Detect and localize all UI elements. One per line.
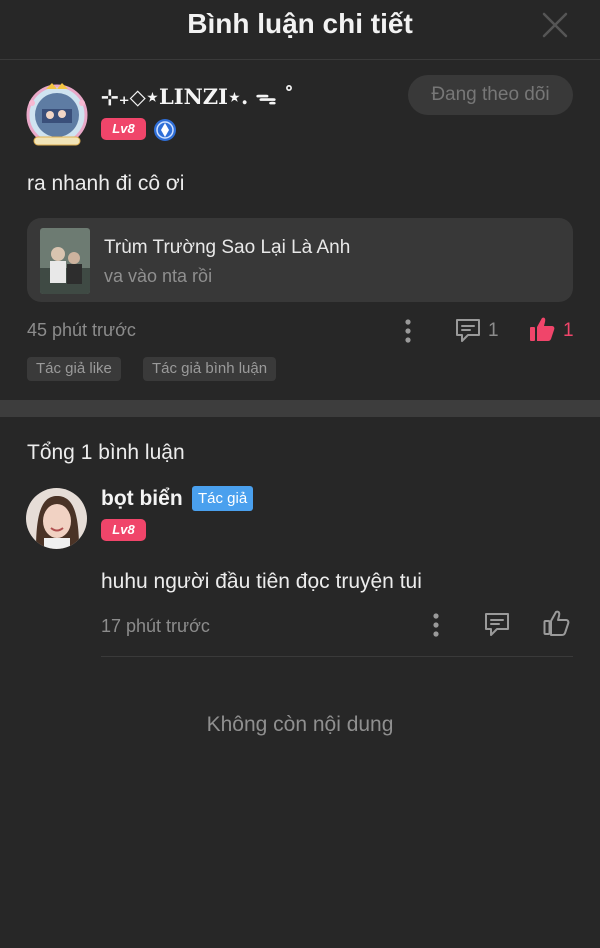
story-cover-image: [40, 228, 90, 294]
comment-username[interactable]: ⊹₊◇⋆LINZI⋆. ᯓ ˚: [101, 83, 294, 111]
story-title: Trùm Trường Sao Lại Là Anh: [104, 237, 351, 258]
reply-more-options-icon[interactable]: [428, 611, 444, 644]
main-comment: ⊹₊◇⋆LINZI⋆. ᯓ ˚ Lv8 Đang theo dõi ra nha…: [0, 61, 600, 399]
comment-text: ra nhanh đi cô ơi: [27, 172, 185, 195]
close-icon[interactable]: [542, 12, 568, 38]
reply-time: 17 phút trước: [101, 616, 210, 636]
reply-text: huhu người đầu tiên đọc truyện tui: [101, 570, 422, 593]
story-card[interactable]: Trùm Trường Sao Lại Là Anh va vào nta rồ…: [27, 218, 573, 302]
comment-time: 45 phút trước: [27, 320, 136, 340]
page-title: Bình luận chi tiết: [187, 8, 413, 39]
level-badge: Lv8: [101, 118, 146, 140]
reply-avatar[interactable]: [26, 488, 87, 549]
end-of-content-text: Không còn nội dung: [206, 713, 394, 736]
more-options-icon[interactable]: [400, 317, 416, 350]
avatar[interactable]: [24, 81, 90, 147]
reply-like-icon[interactable]: [542, 609, 570, 642]
reply-comment-icon[interactable]: [483, 610, 511, 643]
tag-author-liked: Tác giả like: [27, 357, 121, 381]
reply-divider: [101, 656, 573, 657]
reply-level-badge: Lv8: [101, 519, 146, 541]
shield-icon: [153, 118, 177, 142]
reply-count: 1: [488, 320, 499, 341]
follow-button[interactable]: Đang theo dõi: [408, 75, 573, 115]
tag-author-commented: Tác giả bình luận: [143, 357, 277, 381]
like-count: 1: [563, 320, 574, 341]
reply-icon[interactable]: [454, 316, 482, 349]
like-icon[interactable]: [528, 315, 556, 348]
replies-total: Tổng 1 bình luận: [27, 441, 185, 464]
story-subtitle: va vào nta rồi: [104, 266, 213, 286]
header: Bình luận chi tiết: [0, 0, 600, 60]
reply-username[interactable]: bọt biển: [101, 487, 183, 511]
author-badge: Tác giả: [192, 486, 254, 511]
section-divider: [0, 400, 600, 417]
